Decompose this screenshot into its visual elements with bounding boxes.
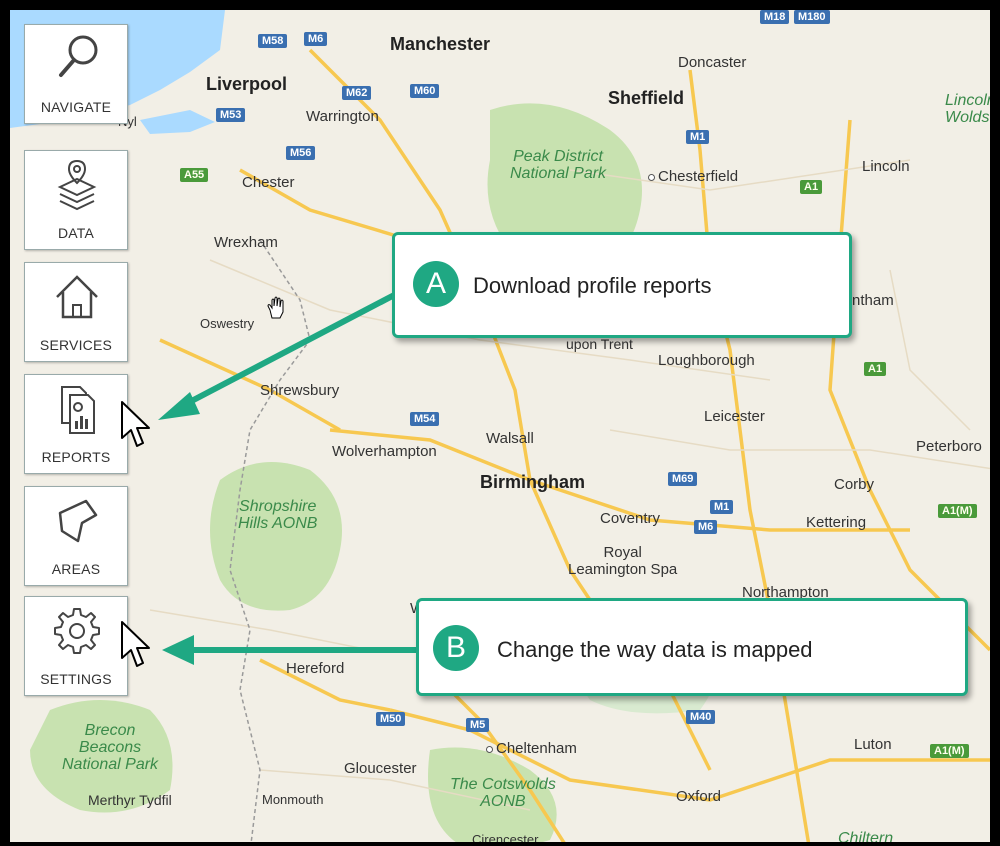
- callout-a-text: Download profile reports: [473, 273, 712, 298]
- callout-b: B Change the way data is mapped: [416, 598, 968, 696]
- callout-arrows: [158, 289, 430, 665]
- callout-b-badge: B: [433, 625, 479, 671]
- callout-b-text: Change the way data is mapped: [497, 637, 813, 662]
- callout-a-badge: A: [413, 261, 459, 307]
- screenshot-frame: Manchester Liverpool Warrington Doncaste…: [0, 0, 1000, 846]
- map-canvas[interactable]: Manchester Liverpool Warrington Doncaste…: [10, 10, 990, 842]
- callout-a: A Download profile reports: [392, 232, 852, 338]
